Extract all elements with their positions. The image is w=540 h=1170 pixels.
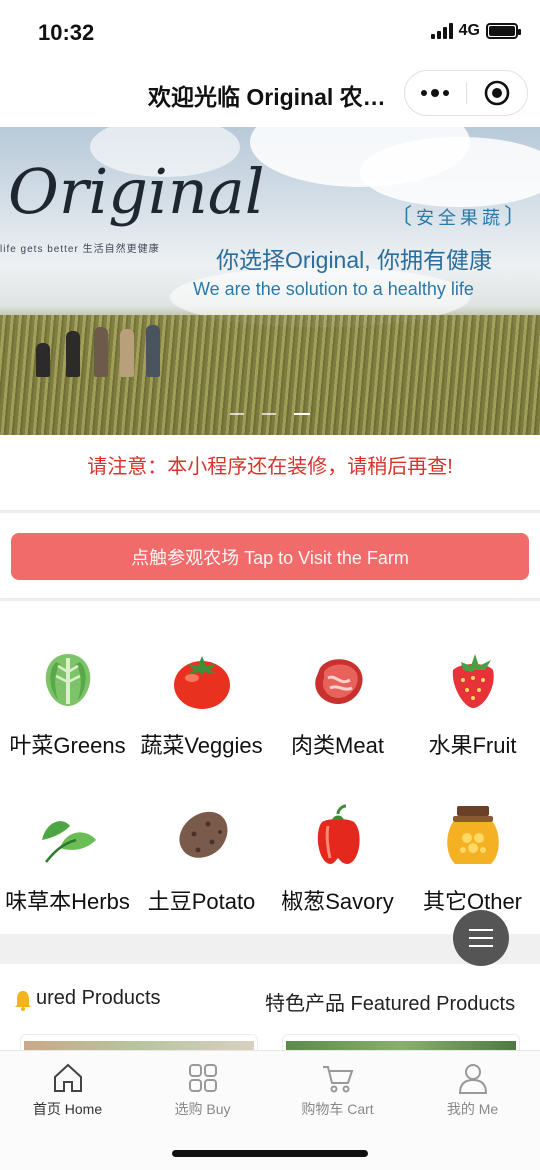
tomato-icon bbox=[173, 656, 230, 709]
children-silhouettes bbox=[28, 317, 168, 377]
mini-program-capsule bbox=[404, 70, 528, 116]
status-bar: 10:32 4G bbox=[0, 0, 540, 66]
battery-icon bbox=[486, 23, 521, 39]
nav-bar: 欢迎光临 Original 农… bbox=[0, 66, 540, 124]
potato-icon bbox=[178, 811, 227, 858]
category-label: 蔬菜Veggies bbox=[140, 733, 263, 758]
honey-jar-icon bbox=[446, 806, 499, 864]
tab-label: 我的 Me bbox=[446, 1101, 499, 1117]
featured-marquee-right: 特色产品 Featured Products bbox=[265, 993, 516, 1015]
slogan-english: We are the solution to a healthy life bbox=[193, 279, 474, 299]
tab-cart[interactable]: 购物车 Cart bbox=[270, 1061, 405, 1119]
category-veggies[interactable]: 蔬菜Veggies bbox=[134, 648, 269, 760]
visit-farm-button[interactable]: 点触参观农场 Tap to Visit the Farm bbox=[11, 533, 529, 580]
home-indicator bbox=[172, 1150, 368, 1157]
tag-safe-produce: 〔安全果蔬〕 bbox=[390, 204, 531, 229]
network-type: 4G bbox=[458, 22, 480, 39]
grid-icon bbox=[188, 1064, 217, 1092]
status-time: 10:32 bbox=[38, 20, 95, 45]
carousel-dot-active[interactable] bbox=[294, 413, 310, 415]
tag-text: 安全果蔬 bbox=[416, 208, 505, 228]
cart-icon bbox=[322, 1066, 353, 1093]
home-icon bbox=[53, 1063, 82, 1092]
category-potato[interactable]: 土豆Potato bbox=[134, 804, 269, 916]
category-savory[interactable]: 椒葱Savory bbox=[270, 804, 405, 916]
category-fruit[interactable]: 水果Fruit bbox=[405, 648, 540, 760]
category-label: 肉类Meat bbox=[291, 733, 384, 758]
tab-home[interactable]: 首页 Home bbox=[0, 1061, 135, 1119]
category-label: 叶菜Greens bbox=[9, 733, 126, 758]
category-herbs[interactable]: 味草本Herbs bbox=[0, 804, 135, 916]
pepper-icon bbox=[317, 804, 360, 864]
tab-buy[interactable]: 选购 Buy bbox=[135, 1061, 270, 1119]
category-other[interactable]: 其它Other bbox=[405, 804, 540, 916]
floating-menu-button[interactable] bbox=[453, 910, 509, 966]
person-icon bbox=[458, 1064, 487, 1094]
banner-carousel[interactable]: Original life gets better 生活自然更健康 〔安全果蔬〕… bbox=[0, 127, 540, 435]
steak-icon bbox=[314, 659, 363, 704]
section-divider bbox=[0, 598, 540, 601]
tab-label: 首页 Home bbox=[32, 1101, 103, 1117]
tab-me[interactable]: 我的 Me bbox=[405, 1061, 540, 1119]
category-greens[interactable]: 叶菜Greens bbox=[0, 648, 135, 760]
renovation-notice: 请注意：本小程序还在装修，请稍后再查! bbox=[87, 456, 453, 478]
lettuce-icon bbox=[45, 654, 90, 706]
section-divider bbox=[0, 510, 540, 513]
category-label: 味草本Herbs bbox=[5, 889, 130, 914]
category-label: 椒葱Savory bbox=[281, 889, 394, 914]
signal-icon bbox=[430, 23, 453, 39]
leaf-icon bbox=[41, 821, 96, 863]
category-label: 土豆Potato bbox=[147, 889, 256, 914]
status-indicators: 4G bbox=[430, 22, 521, 40]
bell-icon bbox=[15, 991, 31, 1011]
carousel-indicators bbox=[230, 413, 310, 415]
tab-label: 选购 Buy bbox=[174, 1101, 231, 1117]
carousel-dot[interactable] bbox=[230, 413, 244, 415]
category-meat[interactable]: 肉类Meat bbox=[270, 648, 405, 760]
featured-marquee-left: ured Products bbox=[36, 987, 161, 1009]
tab-label: 购物车 Cart bbox=[301, 1101, 374, 1117]
more-dots-icon[interactable] bbox=[405, 71, 466, 115]
strawberry-icon bbox=[452, 654, 494, 708]
featured-header: ured Products 特色产品 Featured Products bbox=[0, 985, 540, 1015]
logo-subtitle: life gets better 生活自然更健康 bbox=[0, 244, 160, 255]
page-title: 欢迎光临 Original 农… bbox=[148, 84, 386, 110]
target-circle-icon[interactable] bbox=[466, 71, 527, 115]
slogan-chinese: 你选择Original, 你拥有健康 bbox=[216, 247, 493, 273]
carousel-dot[interactable] bbox=[262, 413, 276, 415]
original-logo: Original bbox=[8, 155, 265, 228]
category-label: 水果Fruit bbox=[428, 733, 517, 758]
